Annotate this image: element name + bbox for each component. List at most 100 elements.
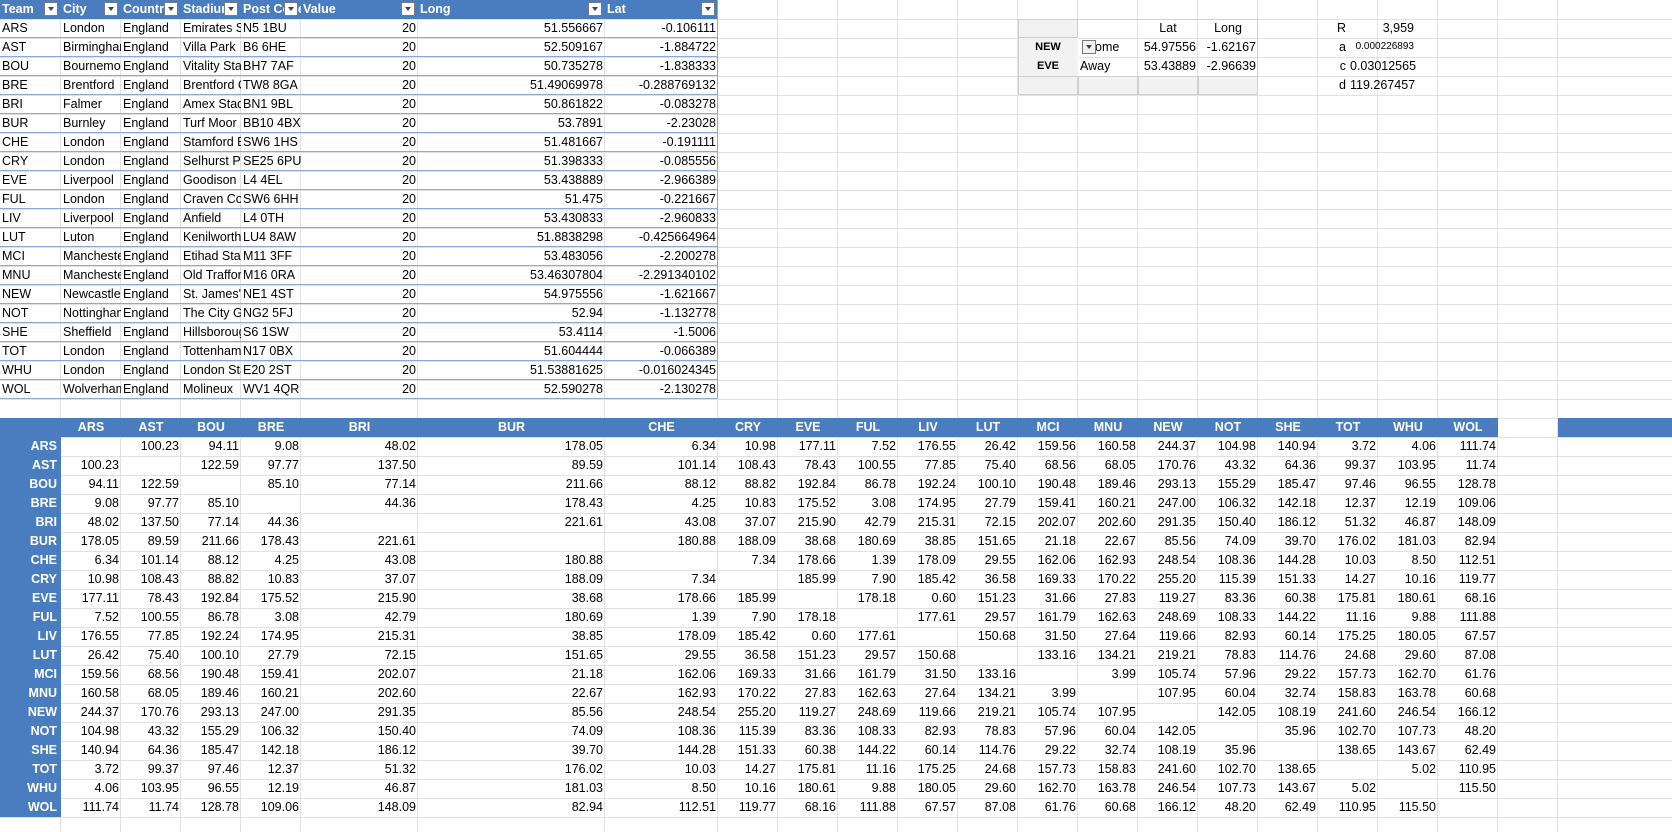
team-table-cell[interactable]: England <box>121 342 181 361</box>
matrix-distance-cell[interactable]: 10.98 <box>61 570 121 589</box>
matrix-distance-cell[interactable]: 101.14 <box>121 551 181 570</box>
matrix-distance-cell[interactable]: 97.46 <box>181 760 241 779</box>
team-table-cell[interactable]: Sheffield <box>61 323 121 342</box>
matrix-distance-cell[interactable]: 185.99 <box>778 570 838 589</box>
team-table-cell[interactable]: Molineux <box>181 380 241 399</box>
matrix-distance-cell[interactable]: 35.96 <box>1198 741 1258 760</box>
matrix-distance-cell[interactable]: 185.47 <box>1258 475 1318 494</box>
team-table-cell[interactable]: 50.735278 <box>418 57 605 76</box>
team-table-cell[interactable]: 20 <box>301 19 418 38</box>
matrix-distance-cell[interactable]: 43.32 <box>121 722 181 741</box>
matrix-distance-cell[interactable]: 106.32 <box>1198 494 1258 513</box>
team-table-cell[interactable]: -1.132778 <box>605 304 718 323</box>
matrix-distance-cell[interactable]: 104.98 <box>1198 437 1258 456</box>
matrix-distance-cell[interactable]: 72.15 <box>301 646 418 665</box>
matrix-distance-cell[interactable]: 177.11 <box>778 437 838 456</box>
matrix-distance-cell[interactable]: 221.61 <box>418 513 605 532</box>
team-table-cell[interactable]: -0.016024345 <box>605 361 718 380</box>
matrix-distance-cell[interactable]: 248.69 <box>1138 608 1198 627</box>
matrix-distance-cell[interactable]: 27.79 <box>958 494 1018 513</box>
matrix-distance-cell[interactable]: 246.54 <box>1378 703 1438 722</box>
matrix-distance-cell[interactable]: 24.68 <box>1318 646 1378 665</box>
matrix-distance-cell[interactable]: 186.12 <box>301 741 418 760</box>
matrix-distance-cell[interactable]: 68.05 <box>121 684 181 703</box>
matrix-distance-cell[interactable]: 10.03 <box>1318 551 1378 570</box>
matrix-distance-cell[interactable]: 150.68 <box>958 627 1018 646</box>
team-table-cell[interactable]: London Stadium <box>181 361 241 380</box>
team-table-cell[interactable]: TW8 8GA <box>241 76 301 95</box>
matrix-distance-cell[interactable]: 202.07 <box>1018 513 1078 532</box>
team-table-cell[interactable]: NE1 4ST <box>241 285 301 304</box>
matrix-distance-cell[interactable]: 248.54 <box>605 703 718 722</box>
team-table-cell[interactable]: 20 <box>301 76 418 95</box>
matrix-distance-cell[interactable]: 107.95 <box>1138 684 1198 703</box>
matrix-distance-cell[interactable]: 178.05 <box>418 437 605 456</box>
matrix-distance-cell[interactable]: 215.90 <box>778 513 838 532</box>
matrix-distance-cell[interactable]: 144.22 <box>838 741 898 760</box>
matrix-distance-cell[interactable]: 108.43 <box>718 456 778 475</box>
matrix-distance-cell[interactable]: 115.39 <box>1198 570 1258 589</box>
team-table-cell[interactable]: St. James' Park <box>181 285 241 304</box>
matrix-distance-cell[interactable]: 78.43 <box>778 456 838 475</box>
team-table-cell[interactable]: -0.066389 <box>605 342 718 361</box>
matrix-distance-cell[interactable]: 107.73 <box>1378 722 1438 741</box>
matrix-distance-cell[interactable]: 75.40 <box>958 456 1018 475</box>
matrix-distance-cell[interactable]: 178.09 <box>898 551 958 570</box>
team-table-cell[interactable]: England <box>121 361 181 380</box>
matrix-distance-cell[interactable]: 37.07 <box>301 570 418 589</box>
matrix-distance-cell[interactable]: 166.12 <box>1138 798 1198 817</box>
matrix-distance-cell[interactable]: 7.90 <box>838 570 898 589</box>
matrix-distance-cell[interactable]: 3.99 <box>1018 684 1078 703</box>
matrix-distance-cell[interactable]: 211.66 <box>418 475 605 494</box>
team-table-cell[interactable]: NG2 5FJ <box>241 304 301 323</box>
team-table-cell[interactable]: EVE <box>0 171 61 190</box>
matrix-distance-cell[interactable]: 94.11 <box>61 475 121 494</box>
matrix-distance-cell[interactable]: 180.69 <box>838 532 898 551</box>
matrix-distance-cell[interactable]: 67.57 <box>898 798 958 817</box>
matrix-distance-cell[interactable]: 144.28 <box>1258 551 1318 570</box>
team-table-cell[interactable]: Luton <box>61 228 121 247</box>
matrix-distance-cell[interactable]: 88.12 <box>605 475 718 494</box>
matrix-distance-cell[interactable]: 35.96 <box>1258 722 1318 741</box>
team-table-cell[interactable]: England <box>121 19 181 38</box>
matrix-distance-cell[interactable]: 174.95 <box>898 494 958 513</box>
team-table-cell[interactable]: WV1 4QR <box>241 380 301 399</box>
matrix-distance-cell[interactable]: 190.48 <box>181 665 241 684</box>
matrix-distance-cell[interactable]: 100.10 <box>181 646 241 665</box>
matrix-distance-cell[interactable]: 68.16 <box>1438 589 1498 608</box>
matrix-distance-cell[interactable]: 37.07 <box>718 513 778 532</box>
matrix-distance-cell[interactable]: 29.22 <box>1258 665 1318 684</box>
team-table-cell[interactable]: 20 <box>301 209 418 228</box>
team-table-cell[interactable]: LUT <box>0 228 61 247</box>
team-table-cell[interactable]: Falmer <box>61 95 121 114</box>
matrix-distance-cell[interactable]: 169.33 <box>718 665 778 684</box>
matrix-distance-cell[interactable]: 60.68 <box>1078 798 1138 817</box>
team-table-cell[interactable]: WHU <box>0 361 61 380</box>
matrix-distance-cell[interactable]: 4.25 <box>605 494 718 513</box>
matrix-distance-cell[interactable]: 110.95 <box>1438 760 1498 779</box>
matrix-distance-cell[interactable]: 11.16 <box>1318 608 1378 627</box>
matrix-distance-cell[interactable]: 3.99 <box>1078 665 1138 684</box>
matrix-distance-cell[interactable]: 108.43 <box>121 570 181 589</box>
matrix-distance-cell[interactable]: 46.87 <box>1378 513 1438 532</box>
team-table-cell[interactable]: 20 <box>301 323 418 342</box>
matrix-distance-cell[interactable]: 181.03 <box>1378 532 1438 551</box>
matrix-distance-cell[interactable]: 60.14 <box>1258 627 1318 646</box>
matrix-distance-cell[interactable]: 215.90 <box>301 589 418 608</box>
matrix-distance-cell[interactable]: 140.94 <box>1258 437 1318 456</box>
team-table-cell[interactable]: BN1 9BL <box>241 95 301 114</box>
home-team-code[interactable]: NEW <box>1018 38 1078 57</box>
matrix-distance-cell[interactable]: 119.66 <box>1138 627 1198 646</box>
team-table-cell[interactable]: 20 <box>301 171 418 190</box>
team-table-cell[interactable]: 20 <box>301 38 418 57</box>
filter-dropdown-icon[interactable] <box>164 2 178 16</box>
matrix-distance-cell[interactable]: 177.11 <box>61 589 121 608</box>
matrix-distance-cell[interactable]: 27.64 <box>898 684 958 703</box>
matrix-distance-cell[interactable]: 32.74 <box>1258 684 1318 703</box>
matrix-distance-cell[interactable]: 219.21 <box>958 703 1018 722</box>
matrix-distance-cell[interactable]: 128.78 <box>1438 475 1498 494</box>
matrix-distance-cell[interactable]: 180.61 <box>1378 589 1438 608</box>
matrix-distance-cell[interactable] <box>1318 760 1378 779</box>
matrix-distance-cell[interactable]: 64.36 <box>1258 456 1318 475</box>
team-table-cell[interactable]: 50.861822 <box>418 95 605 114</box>
